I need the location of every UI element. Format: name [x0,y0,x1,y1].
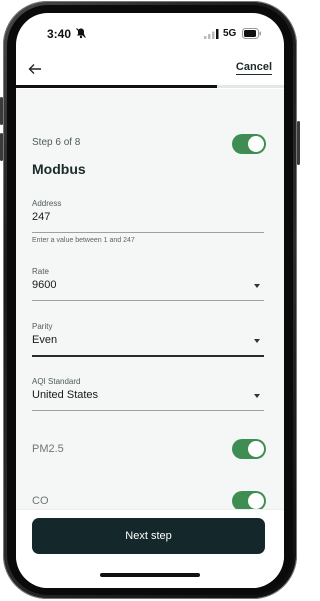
network-label: 5G [223,28,237,39]
rate-value: 9600 [32,279,57,291]
next-step-button[interactable]: Next step [32,518,265,554]
back-arrow-icon[interactable] [28,63,42,75]
address-field[interactable]: Address 247 Enter a value between 1 and … [32,199,264,249]
step-toggle[interactable] [232,134,266,154]
aqi-standard-value: United States [32,389,99,401]
footer: Next step [16,509,284,588]
volume-down-button [0,133,3,161]
toggle-knob [248,136,264,152]
status-time: 3:40 [47,27,72,41]
form-content: Step 6 of 8 Modbus Address 247 Enter a v… [16,89,284,511]
co-row: CO [32,491,266,511]
step-label: Step 6 of 8 [32,137,81,148]
co-toggle[interactable] [232,491,266,511]
home-indicator [100,573,200,577]
parity-value: Even [32,334,58,346]
dropdown-arrow-icon [254,339,260,343]
parity-underline [32,355,264,357]
volume-up-button [0,97,3,125]
section-title: Modbus [32,161,86,177]
aqi-standard-select[interactable]: AQI Standard United States [32,377,264,413]
aqi-standard-underline [32,410,264,411]
toggle-knob [248,441,264,457]
power-button [297,121,300,165]
bell-slash-icon [76,28,86,39]
status-bar: 3:40 5G [16,13,284,53]
toggle-knob [248,493,264,509]
dropdown-arrow-icon [254,284,260,288]
rate-label: Rate [32,267,49,276]
battery-icon [242,28,261,39]
app-screen: 3:40 5G Cancel Step 6 of 8 Modbus Addres… [16,13,284,588]
signal-icon [204,29,219,39]
parity-select[interactable]: Parity Even [32,322,264,358]
cancel-link[interactable]: Cancel [235,61,272,75]
co-label: CO [32,495,49,507]
address-underline [32,232,264,233]
address-value: 247 [32,211,51,223]
address-helper-text: Enter a value between 1 and 247 [32,237,135,244]
aqi-standard-label: AQI Standard [32,377,81,386]
progress-bar [16,85,284,88]
address-label: Address [32,199,62,208]
rate-select[interactable]: Rate 9600 [32,267,264,303]
pm25-row: PM2.5 [32,439,266,459]
parity-label: Parity [32,322,53,331]
pm25-label: PM2.5 [32,443,64,455]
step-row: Step 6 of 8 [32,134,266,154]
dropdown-arrow-icon [254,394,260,398]
rate-underline [32,300,264,301]
pm25-toggle[interactable] [232,439,266,459]
progress-fill [16,85,217,88]
